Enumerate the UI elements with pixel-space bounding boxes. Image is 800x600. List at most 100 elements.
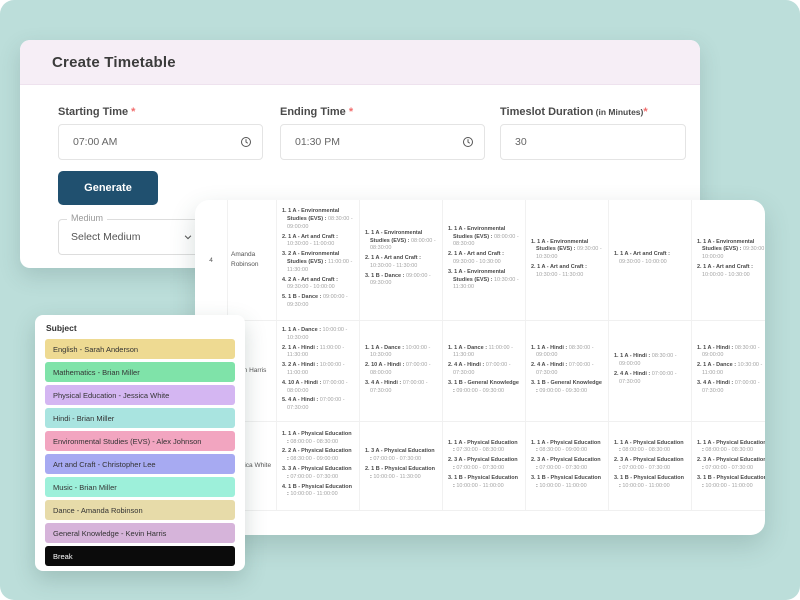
generate-button[interactable]: Generate: [58, 171, 158, 205]
schedule-entry: 2. 1 A - Art and Craft : 10:30:00 - 11:0…: [282, 234, 354, 250]
schedule-entry: 1. 1 A - Art and Craft : 09:30:00 - 10:0…: [614, 251, 686, 267]
legend-item: Physical Education - Jessica White: [45, 385, 235, 405]
entry-label: 2. 4 A - Hindi :: [614, 371, 650, 377]
entry-label: 4. 2 A - Art and Craft :: [282, 277, 338, 283]
schedule-entry: 2. 3 A - Physical Education : 07:00:00 -…: [697, 457, 765, 473]
schedule-entry: 2. 1 B - Physical Education : 10:00:00 -…: [365, 466, 437, 482]
entry-time: 09:30:00 - 10:30:00: [453, 259, 501, 265]
schedule-entry: 2. 2 A - Physical Education : 08:30:00 -…: [282, 448, 354, 464]
schedule-entry: 3. 1 A - Environmental Studies (EVS) : 1…: [448, 269, 520, 292]
timetable-cell: 1. 1 A - Art and Craft : 09:30:00 - 10:0…: [609, 200, 692, 320]
legend-item: Mathematics - Brian Miller: [45, 362, 235, 382]
entry-label: 4. 10 A - Hindi :: [282, 380, 321, 386]
entry-time: 07:00:00 - 07:30:00: [372, 456, 421, 462]
legend-item: Dance - Amanda Robinson: [45, 500, 235, 520]
subject-legend-card: Subject English - Sarah AndersonMathemat…: [35, 315, 245, 571]
schedule-entry: 2. 4 A - Hindi : 07:00:00 - 07:30:00: [531, 362, 603, 378]
entry-time: 08:30:00 - 09:00:00: [289, 456, 338, 462]
schedule-entry: 3. 1 B - Physical Education : 10:00:00 -…: [448, 475, 520, 491]
entry-label: 2. 1 A - Hindi :: [282, 345, 318, 351]
timeslot-duration-input[interactable]: 30: [500, 124, 686, 160]
schedule-entry: 1. 1 A - Hindi : 08:30:00 - 09:00:00: [531, 345, 603, 361]
schedule-entry: 1. 1 A - Environmental Studies (EVS) : 0…: [448, 226, 520, 249]
entry-label: 2. 1 A - Art and Craft :: [282, 234, 338, 240]
schedule-entry: 1. 1 A - Hindi : 08:30:00 - 09:00:00: [697, 345, 765, 361]
schedule-entry: 1. 1 A - Environmental Studies (EVS) : 0…: [282, 208, 354, 231]
ending-time-input[interactable]: 01:30 PM: [280, 124, 485, 160]
entry-time: 10:00:00 - 11:00:00: [455, 483, 504, 489]
entry-time: 09:30:00 - 10:00:00: [287, 284, 335, 290]
required-mark: *: [643, 106, 647, 118]
ending-time-field: Ending Time * 01:30 PM: [280, 106, 485, 160]
entry-time: 07:00:00 - 07:30:00: [538, 465, 587, 471]
schedule-entry: 5. 4 A - Hindi : 07:00:00 - 07:30:00: [282, 397, 354, 413]
schedule-entry: 1. 3 A - Physical Education : 07:00:00 -…: [365, 448, 437, 464]
schedule-entry: 2. 1 A - Hindi : 11:00:00 - 11:30:00: [282, 345, 354, 361]
medium-select-value: Select Medium: [71, 231, 183, 243]
entry-time: 09:00:00 - 09:30:00: [538, 388, 587, 394]
entry-time: 07:00:00 - 07:30:00: [289, 474, 338, 480]
schedule-entry: 1. 1 A - Environmental Studies (EVS) : 0…: [697, 239, 765, 262]
schedule-entry: 2. 1 A - Art and Craft : 10:30:00 - 11:3…: [365, 255, 437, 271]
starting-time-value: 07:00 AM: [73, 136, 240, 148]
schedule-entry: 1. 1 A - Physical Education : 08:00:00 -…: [282, 431, 354, 447]
entry-time: 10:30:00 - 11:30:00: [370, 263, 417, 269]
timeslot-duration-field: Timeslot Duration (in Minutes)* 30: [500, 106, 686, 160]
card-header: Create Timetable: [20, 40, 700, 85]
entry-time: 10:00:00 - 11:00:00: [538, 483, 587, 489]
ending-time-label: Ending Time *: [280, 106, 485, 118]
timetable-cell: 1. 1 A - Physical Education : 08:30:00 -…: [526, 422, 609, 510]
legend-title: Subject: [46, 323, 235, 333]
entry-label: 1. 1 A - Art and Craft :: [614, 251, 670, 257]
timetable-cell: 1. 1 A - Environmental Studies (EVS) : 0…: [360, 200, 443, 320]
schedule-entry: 2. 1 A - Art and Craft : 10:00:00 - 10:3…: [697, 264, 765, 280]
entry-time: 07:30:00 - 08:30:00: [455, 447, 504, 453]
schedule-entry: 3. 2 A - Environmental Studies (EVS) : 1…: [282, 251, 354, 274]
schedule-entry: 1. 1 A - Hindi : 08:30:00 - 09:00:00: [614, 353, 686, 369]
timetable-cell: 1. 3 A - Physical Education : 07:00:00 -…: [360, 422, 443, 510]
entry-time: 10:00:00 - 10:30:00: [702, 272, 750, 278]
schedule-entry: 2. 3 A - Physical Education : 07:00:00 -…: [531, 457, 603, 473]
timetable-cell: 1. 1 A - Dance : 10:00:00 - 10:30:00 2. 1…: [277, 321, 360, 421]
schedule-entry: 1. 1 A - Dance : 11:00:00 - 11:30:00: [448, 345, 520, 361]
entry-label: 2. 1 A - Dance :: [697, 362, 736, 368]
entry-time: 07:00:00 - 07:30:00: [621, 465, 670, 471]
entry-label: 3. 4 A - Hindi :: [365, 380, 401, 386]
legend-items: English - Sarah AndersonMathematics - Br…: [45, 339, 235, 566]
entry-time: 10:00:00 - 11:00:00: [704, 483, 753, 489]
starting-time-input[interactable]: 07:00 AM: [58, 124, 263, 160]
schedule-entry: 1. 1 A - Physical Education : 08:30:00 -…: [531, 440, 603, 456]
clock-icon[interactable]: [240, 136, 252, 148]
schedule-entry: 4. 2 A - Art and Craft : 09:30:00 - 10:0…: [282, 277, 354, 293]
schedule-entry: 2. 4 A - Hindi : 07:00:00 - 07:30:00: [448, 362, 520, 378]
schedule-entry: 5. 1 B - Dance : 09:00:00 - 09:30:00: [282, 294, 354, 310]
entry-time: 10:00:00 - 11:30:00: [372, 474, 421, 480]
medium-select-label: Medium: [67, 213, 107, 223]
entry-label: 2. 1 A - Art and Craft :: [697, 264, 753, 270]
entry-label: 2. 10 A - Hindi :: [365, 362, 404, 368]
row-number-cell: 4: [195, 200, 228, 320]
entry-time: 07:00:00 - 07:30:00: [455, 465, 504, 471]
schedule-entry: 1. 1 A - Dance : 10:00:00 - 10:30:00: [282, 327, 354, 343]
legend-item: Environmental Studies (EVS) - Alex Johns…: [45, 431, 235, 451]
schedule-entry: 1. 1 A - Environmental Studies (EVS) : 0…: [365, 230, 437, 253]
entry-time: 10:00:00 - 11:00:00: [289, 491, 338, 497]
entry-label: 1. 1 A - Hindi :: [531, 345, 567, 351]
schedule-entry: 3. 1 B - Dance : 09:00:00 - 09:30:00: [365, 273, 437, 289]
clock-icon[interactable]: [462, 136, 474, 148]
timetable-cell: 1. 1 A - Dance : 10:00:00 - 10:30:002. 1…: [360, 321, 443, 421]
timetable-cell: 1. 1 A - Physical Education : 07:30:00 -…: [443, 422, 526, 510]
legend-item: Hindi - Brian Miller: [45, 408, 235, 428]
required-mark: *: [128, 106, 135, 118]
medium-select[interactable]: Medium Select Medium: [58, 219, 204, 255]
label-suffix: (in Minutes): [593, 107, 643, 117]
schedule-entry: 2. 3 A - Physical Education : 07:00:00 -…: [614, 457, 686, 473]
entry-time: 08:00:00 - 08:30:00: [289, 439, 338, 445]
schedule-entry: 1. 1 A - Dance : 10:00:00 - 10:30:00: [365, 345, 437, 361]
entry-label: 5. 1 B - Dance :: [282, 294, 321, 300]
timetable-cell: 1. 1 A - Environmental Studies (EVS) : 0…: [443, 200, 526, 320]
entry-label: 1. 1 A - Dance :: [365, 345, 404, 351]
legend-item: General Knowledge - Kevin Harris: [45, 523, 235, 543]
timeslot-duration-label: Timeslot Duration (in Minutes)*: [500, 106, 686, 118]
schedule-entry: 1. 1 A - Physical Education : 08:00:00 -…: [614, 440, 686, 456]
